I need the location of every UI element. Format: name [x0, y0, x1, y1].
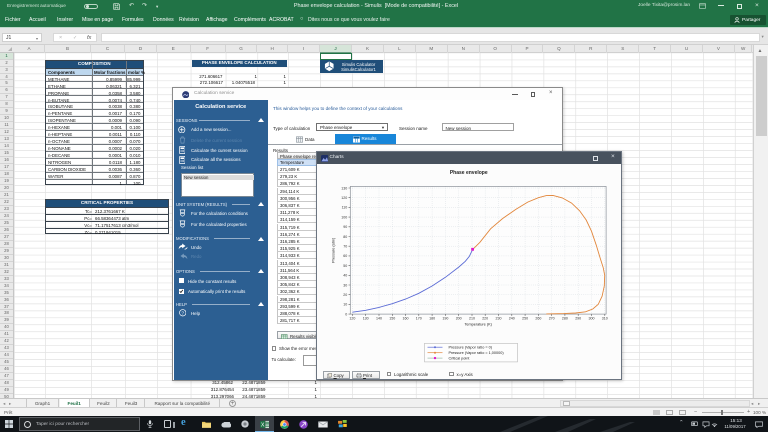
svg-text:Pressure (Vapor ratio = 0): Pressure (Vapor ratio = 0) — [448, 346, 492, 350]
svg-text:120: 120 — [349, 316, 355, 320]
svg-text:200: 200 — [455, 316, 461, 320]
svg-text:290: 290 — [575, 316, 581, 320]
svg-text:260: 260 — [535, 316, 541, 320]
svg-text:230: 230 — [495, 316, 501, 320]
svg-text:60: 60 — [343, 254, 347, 258]
svg-text:170: 170 — [415, 316, 421, 320]
svg-text:280: 280 — [561, 316, 567, 320]
svg-text:Pressure (atm): Pressure (atm) — [331, 237, 335, 263]
svg-text:220: 220 — [482, 316, 488, 320]
svg-text:250: 250 — [522, 316, 528, 320]
svg-text:30: 30 — [343, 283, 347, 287]
svg-text:90: 90 — [343, 225, 347, 229]
svg-text:160: 160 — [402, 316, 408, 320]
svg-text:240: 240 — [508, 316, 514, 320]
svg-text:270: 270 — [548, 316, 554, 320]
svg-text:140: 140 — [376, 316, 382, 320]
svg-text:130: 130 — [362, 316, 368, 320]
svg-text:300: 300 — [588, 316, 594, 320]
svg-text:10: 10 — [343, 303, 347, 307]
svg-text:80: 80 — [343, 235, 347, 239]
svg-text:70: 70 — [343, 245, 347, 249]
svg-text:X: X — [261, 422, 265, 428]
svg-text:110: 110 — [341, 206, 347, 210]
svg-text:190: 190 — [442, 316, 448, 320]
svg-text:?: ? — [181, 310, 184, 316]
svg-text:Temperature (K): Temperature (K) — [464, 323, 492, 327]
svg-text:210: 210 — [469, 316, 475, 320]
svg-text:50: 50 — [343, 264, 347, 268]
svg-text:310: 310 — [601, 316, 607, 320]
svg-text:20: 20 — [343, 293, 347, 297]
svg-text:130: 130 — [341, 186, 347, 190]
svg-text:40: 40 — [343, 274, 347, 278]
svg-text:Critical point: Critical point — [448, 357, 470, 361]
svg-text:120: 120 — [341, 196, 347, 200]
svg-text:0: 0 — [345, 312, 347, 316]
svg-text:Pressure (Vapor ratio = 1,0000: Pressure (Vapor ratio = 1,00000) — [448, 351, 504, 355]
svg-text:100: 100 — [341, 215, 347, 219]
svg-text:180: 180 — [429, 316, 435, 320]
svg-text:150: 150 — [389, 316, 395, 320]
